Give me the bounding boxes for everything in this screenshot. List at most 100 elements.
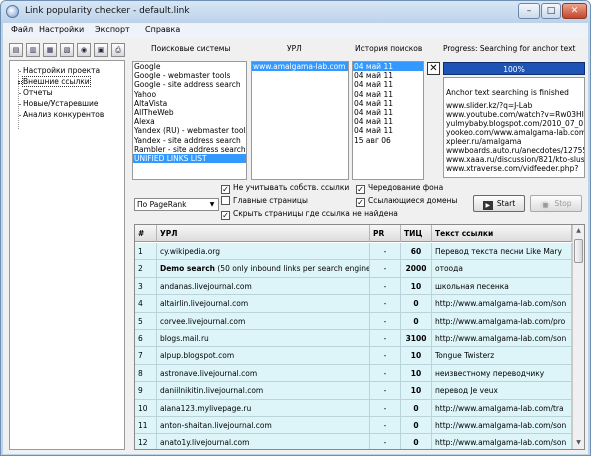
table-row[interactable]: 4 altairlin.livejournal.com -0 http://www.a… (135, 295, 572, 313)
alternate-bg-checkbox[interactable]: ✓ Чередование фона (356, 183, 443, 194)
table-row[interactable]: 12 anato1y.livejournal.com -0 http://www.am… (135, 434, 572, 449)
search-history-list[interactable]: 04 май 11 04 май 11 04 май 11 04 май 11 … (352, 61, 424, 180)
scroll-up-icon[interactable]: ▲ (573, 225, 584, 237)
menu-export[interactable]: Экспорт (95, 25, 130, 34)
col-tic[interactable]: ТИЦ (401, 225, 432, 242)
col-num[interactable]: # (135, 225, 157, 242)
list-item[interactable]: Rambler - site address search (133, 145, 246, 154)
search-engines-list[interactable]: Google Google - webmaster tools Google -… (132, 61, 247, 180)
list-item[interactable]: 15 авг 06 (353, 136, 423, 145)
save-icon[interactable]: ▧ (60, 43, 74, 57)
tree-item-reports[interactable]: Отчеты (16, 88, 53, 99)
table-header: # УРЛ PR ТИЦ Текст ссылки (135, 225, 572, 242)
cell-tic: 0 (401, 417, 432, 434)
menu-bar: Файл Настройки Экспорт Справка (3, 23, 588, 38)
scroll-thumb[interactable] (574, 239, 583, 263)
table-row[interactable]: 9 daniilnikitin.livejournal.com -10 перевод… (135, 382, 572, 400)
cell-url: anato1y.livejournal.com (157, 434, 370, 449)
col-url[interactable]: УРЛ (157, 225, 370, 242)
table-row[interactable]: 2 Demo search (50 only inbound links per … (135, 260, 572, 278)
list-item[interactable]: AllTheWeb (133, 108, 246, 117)
scroll-down-icon[interactable]: ▼ (573, 437, 584, 449)
list-item[interactable]: Yandex (RU) - webmaster tools (133, 126, 246, 135)
open-icon[interactable]: ▥ (26, 43, 40, 57)
menu-settings[interactable]: Настройки (39, 25, 84, 34)
list-item[interactable]: Google - site address search (133, 80, 246, 89)
sort-select[interactable]: По PageRank ▼ (134, 198, 219, 211)
new-file-icon[interactable]: ▤ (9, 43, 23, 57)
table-row[interactable]: 5 corvee.livejournal.com -0 http://www.amal… (135, 312, 572, 330)
main-area: ▤ ▥ ▦ ▧ ◉ ▣ ⎙ Настройки проекта Внешние … (3, 38, 588, 454)
title-bar: Link popularity checker - default.link –… (1, 1, 590, 23)
list-item-url[interactable]: www.amalgama-lab.com (252, 62, 348, 72)
open-recent-icon[interactable]: ▦ (43, 43, 57, 57)
play-icon: ▶ (482, 201, 493, 210)
url-list[interactable]: www.amalgama-lab.com (251, 61, 349, 180)
cell-num: 9 (135, 382, 157, 400)
col-anchor-text[interactable]: Текст ссылки (432, 225, 572, 242)
cell-pr: - (370, 417, 401, 434)
list-item-unified-links[interactable]: UNIFIED LINKS LIST (133, 153, 246, 164)
table-row[interactable]: 6 blogs.mail.ru -3100 http://www.amalgama-l… (135, 330, 572, 348)
table-row[interactable]: 7 alpup.blogspot.com -10 Tongue Twisterz (135, 347, 572, 365)
col-pr[interactable]: PR (370, 225, 401, 242)
table-scrollbar[interactable]: ▲ ▼ (572, 225, 584, 449)
list-item[interactable]: 04 май 11 (353, 80, 423, 89)
start-button[interactable]: ▶ Start (473, 195, 525, 212)
url-label: УРЛ (287, 44, 302, 53)
project-tree: Настройки проекта Внешние ссылки Отчеты … (9, 60, 125, 450)
progress-bar: 100% (443, 62, 585, 75)
cell-tic: 0 (401, 312, 432, 330)
list-item[interactable]: 04 май 11 (353, 62, 423, 72)
cell-pr: - (370, 243, 401, 260)
list-item[interactable]: 04 май 11 (353, 117, 423, 126)
list-item[interactable]: Google - webmaster tools (133, 71, 246, 80)
main-pages-checkbox[interactable]: Главные страницы (221, 196, 308, 206)
table-row[interactable]: 8 astronave.livejournal.com -10 неизвестном… (135, 364, 572, 383)
cell-anchor: перевод Je veux (432, 382, 572, 400)
list-item[interactable]: 04 май 11 (353, 99, 423, 108)
delete-history-button[interactable]: ✕ (427, 62, 440, 75)
export-icon[interactable]: ▣ (94, 43, 108, 57)
list-item[interactable]: Alexa (133, 117, 246, 126)
tree-item-competitor-analysis[interactable]: Анализ конкурентов (16, 110, 104, 121)
cell-anchor: http://www.amalgama-lab.com/son (432, 295, 572, 313)
cell-url: altairlin.livejournal.com (157, 295, 370, 313)
list-item[interactable]: 04 май 11 (353, 108, 423, 117)
list-item[interactable]: Yandex - site address search (133, 136, 246, 145)
menu-help[interactable]: Справка (145, 25, 180, 34)
minimize-button[interactable]: – (518, 3, 540, 19)
cell-num: 12 (135, 434, 157, 449)
checkmark-icon: ✓ (221, 211, 230, 220)
progress-text: 100% (503, 65, 525, 74)
cell-url: blogs.mail.ru (157, 330, 370, 347)
table-row[interactable]: 1 cy.wikipedia.org -60 Перевод текста песни… (135, 243, 572, 261)
menu-file[interactable]: Файл (11, 25, 33, 34)
maximize-button[interactable]: □ (541, 3, 561, 19)
table-row[interactable]: 10 alana123.mylivepage.ru -0 http://www.ama… (135, 399, 572, 417)
table-row[interactable]: 11 anton-shaitan.livejournal.com -0 http://… (135, 417, 572, 435)
list-item[interactable]: 04 май 11 (353, 71, 423, 80)
tree-item-new-outdated[interactable]: Новые/Устаревшие (16, 99, 99, 110)
tree-item-external-links[interactable]: Внешние ссылки (16, 76, 91, 88)
list-item[interactable]: 04 май 11 (353, 90, 423, 99)
hide-not-found-checkbox[interactable]: ✓ Скрыть страницы где ссылка не найдена (221, 209, 398, 220)
checkmark-icon: ✓ (356, 198, 365, 207)
cell-num: 3 (135, 277, 157, 295)
close-window-button[interactable]: ✕ (562, 3, 587, 19)
cell-anchor: http://www.amalgama-lab.com/pro (432, 312, 572, 330)
list-item[interactable]: AltaVista (133, 99, 246, 108)
list-item[interactable]: 04 май 11 (353, 126, 423, 135)
tree-item-project-settings[interactable]: Настройки проекта (16, 66, 100, 77)
log-line: www.slider.kz/?q=J-Lab (446, 101, 533, 110)
cell-tic: 60 (401, 243, 432, 260)
list-item[interactable]: Google (133, 62, 246, 71)
list-item[interactable]: Yahoo (133, 90, 246, 99)
stop-button[interactable]: ■ Stop (530, 195, 582, 212)
table-row[interactable]: 3 andanas.livejournal.com -10 школьная песе… (135, 277, 572, 296)
cell-tic: 0 (401, 434, 432, 449)
search-icon[interactable]: ◉ (77, 43, 91, 57)
referring-domains-checkbox[interactable]: ✓ Ссылающиеся домены (356, 196, 457, 207)
print-icon[interactable]: ⎙ (111, 43, 125, 57)
ignore-own-links-checkbox[interactable]: ✓ Не учитывать собств. ссылки (221, 183, 349, 194)
